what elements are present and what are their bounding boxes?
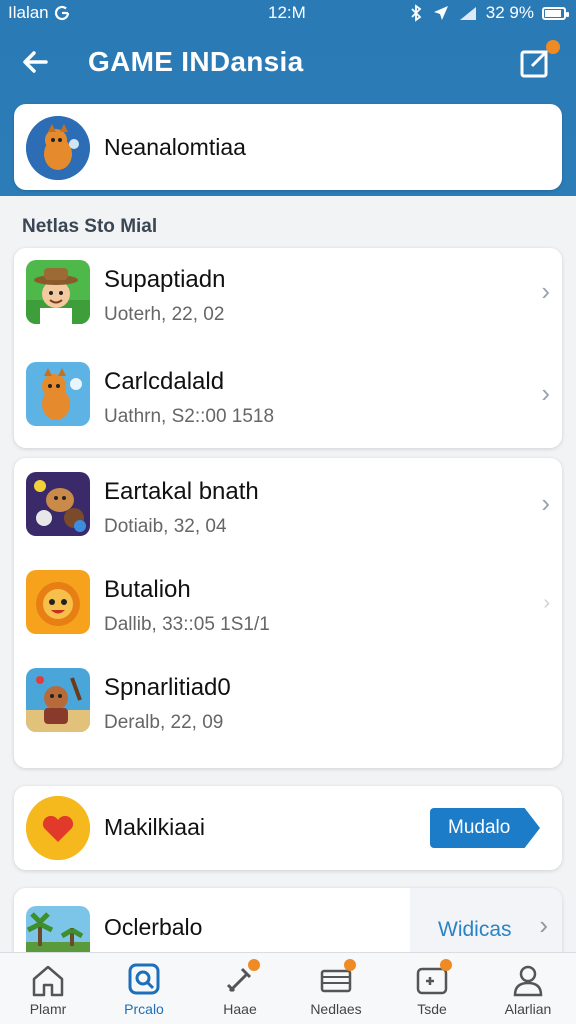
status-right: 32 9% bbox=[408, 3, 569, 23]
profile-name: Neanalomtiaa bbox=[104, 134, 246, 160]
adventure-game-icon bbox=[26, 668, 90, 732]
back-button[interactable] bbox=[16, 44, 56, 80]
nav-item-trade[interactable]: Tsde bbox=[384, 953, 480, 1024]
list-item[interactable]: Supaptiadn Uoterh, 22, 02 › bbox=[14, 252, 562, 352]
nav-label: Tsde bbox=[417, 1001, 447, 1017]
notification-badge bbox=[344, 959, 356, 971]
chevron-right-icon: › bbox=[543, 592, 550, 614]
google-icon bbox=[54, 5, 69, 21]
item-title: Eartakal bnath bbox=[104, 478, 259, 505]
nav-label: Alarlian bbox=[504, 1001, 552, 1017]
fox-game-icon bbox=[26, 362, 90, 426]
nav-label: Nedlaes bbox=[310, 1001, 362, 1017]
cowboy-icon bbox=[26, 260, 90, 324]
list-item[interactable]: Butalioh Dallib, 33::05 1S1/1 › bbox=[14, 562, 562, 662]
nav-item-search[interactable]: Prcalo bbox=[96, 953, 192, 1024]
lion-game-icon bbox=[26, 570, 90, 634]
item-subtitle: Dotiaib, 32, 04 bbox=[104, 516, 227, 537]
fox-icon bbox=[26, 362, 90, 426]
nav-item-profile[interactable]: Alarlian bbox=[480, 953, 576, 1024]
search-icon bbox=[128, 963, 160, 995]
battery-icon bbox=[542, 6, 569, 20]
location-icon bbox=[433, 6, 448, 20]
profile-avatar bbox=[26, 116, 90, 180]
item-title: Spnarlitiad0 bbox=[104, 674, 231, 701]
item-title: Butalioh bbox=[104, 576, 191, 603]
home-icon bbox=[32, 965, 64, 997]
user-icon bbox=[513, 965, 543, 997]
status-bar: Ilalan 12:M 32 9% bbox=[0, 0, 576, 28]
cowboy-game-icon bbox=[26, 260, 90, 324]
item-subtitle: Dallib, 33::05 1S1/1 bbox=[104, 614, 270, 635]
item-title: Carlcdalald bbox=[104, 368, 225, 395]
item-title: Supaptiadn bbox=[104, 266, 226, 293]
nav-item-library[interactable]: Nedlaes bbox=[288, 953, 384, 1024]
app-bar: GAME INDansia bbox=[0, 36, 576, 88]
promo-action-button[interactable]: Mudalo bbox=[430, 808, 540, 848]
list-item[interactable]: Carlcdalald Uathrn, S2::00 1518 › bbox=[14, 354, 562, 454]
heart-emoji-icon bbox=[26, 796, 90, 860]
item-subtitle: Deralb, 22, 09 bbox=[104, 712, 224, 733]
battery-percent: 32 9% bbox=[485, 3, 534, 22]
nav-item-game[interactable]: Haae bbox=[192, 953, 288, 1024]
section-label: Netlas Sto Mial bbox=[22, 216, 158, 237]
game-group-1: Supaptiadn Uoterh, 22, 02 › Carlcdalald … bbox=[14, 248, 562, 448]
chevron-right-icon: › bbox=[541, 488, 550, 518]
nav-label: Prcalo bbox=[124, 1001, 164, 1017]
list-item[interactable]: Eartakal bnath Dotiaib, 32, 04 › bbox=[14, 464, 562, 564]
back-arrow-icon bbox=[23, 51, 48, 73]
status-left: Ilalan bbox=[8, 3, 71, 23]
item-subtitle: Uoterh, 22, 02 bbox=[104, 304, 225, 325]
carrier-label: Ilalan bbox=[8, 3, 49, 22]
lion-icon bbox=[26, 570, 90, 634]
nav-label: Plamr bbox=[29, 1001, 67, 1017]
promo-title: Makilkiaai bbox=[104, 814, 205, 840]
sword-icon-wrap bbox=[222, 959, 260, 997]
page-title: GAME INDansia bbox=[88, 46, 304, 77]
chevron-right-icon: › bbox=[541, 378, 550, 408]
battle-icon bbox=[26, 472, 90, 536]
battle-game-icon bbox=[26, 472, 90, 536]
heart-icon bbox=[26, 796, 90, 860]
chevron-right-icon: › bbox=[541, 276, 550, 306]
fox-character-icon bbox=[26, 116, 90, 180]
battery-fill bbox=[545, 9, 561, 17]
profile-card[interactable]: Neanalomtiaa bbox=[14, 104, 562, 190]
bluetooth-icon bbox=[411, 4, 422, 22]
controller-icon-wrap bbox=[414, 959, 452, 997]
adventure-icon bbox=[26, 668, 90, 732]
stack-icon-wrap bbox=[318, 959, 356, 997]
promo-card[interactable]: Makilkiaai Mudalo bbox=[14, 786, 562, 870]
nav-label: Haae bbox=[223, 1001, 257, 1017]
list-item[interactable]: Spnarlitiad0 Deralb, 22, 09 bbox=[14, 660, 562, 760]
last-title: Oclerbalo bbox=[104, 914, 203, 940]
compose-button[interactable] bbox=[516, 40, 560, 82]
notification-badge bbox=[248, 959, 260, 971]
signal-icon bbox=[459, 7, 476, 20]
status-time: 12:M bbox=[268, 3, 306, 22]
nav-item-home[interactable]: Plamr bbox=[0, 953, 96, 1024]
chevron-right-icon: › bbox=[539, 910, 548, 940]
last-link[interactable]: Widicas bbox=[438, 918, 512, 942]
game-group-2: Eartakal bnath Dotiaib, 32, 04 › Butalio… bbox=[14, 458, 562, 768]
notification-badge bbox=[440, 959, 452, 971]
notification-dot bbox=[546, 40, 560, 54]
bottom-nav: Plamr Prcalo Haae Nedlaes Tsde Alarlian bbox=[0, 952, 576, 1024]
item-subtitle: Uathrn, S2::00 1518 bbox=[104, 406, 275, 427]
